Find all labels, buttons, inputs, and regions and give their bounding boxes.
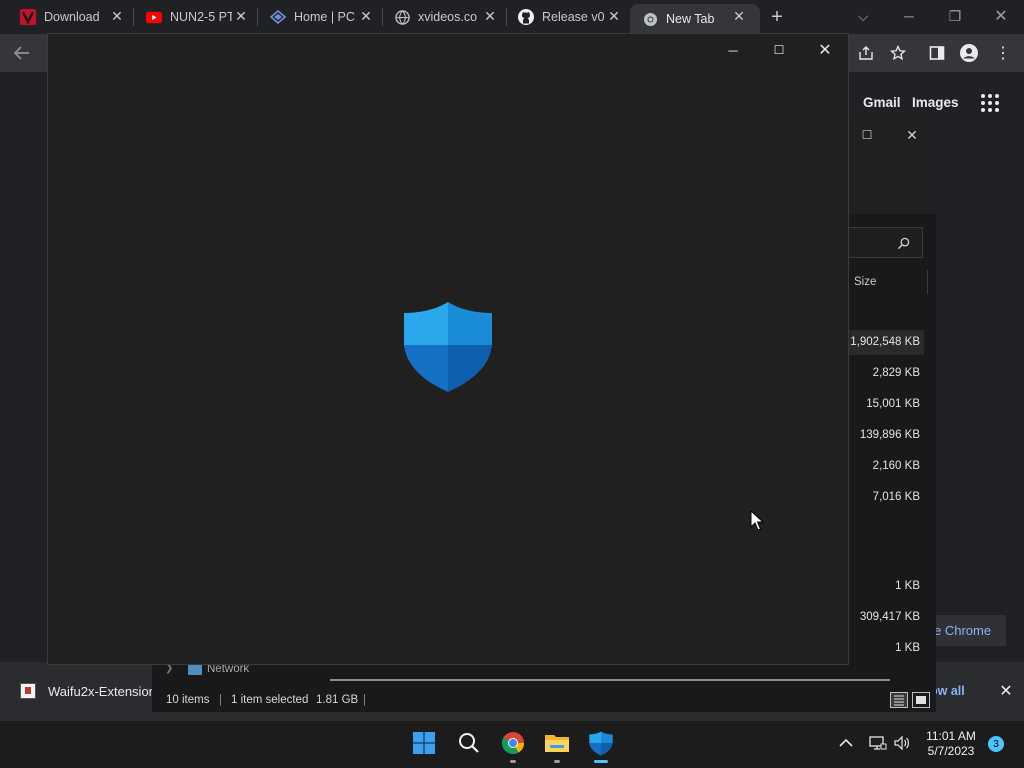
tab-title: Home | PC (294, 10, 355, 24)
new-tab-button[interactable]: + (766, 6, 788, 28)
clock-time: 11:01 AM (926, 729, 976, 743)
side-panel-icon[interactable] (926, 42, 948, 64)
share-icon[interactable] (855, 42, 877, 64)
file-size-cell[interactable]: 1 KB (895, 642, 920, 654)
images-link[interactable]: Images (912, 95, 959, 110)
chevron-up-icon[interactable] (836, 733, 856, 753)
running-indicator (510, 760, 516, 763)
clock-date: 5/7/2023 (927, 744, 975, 758)
chrome-taskbar-icon[interactable] (499, 729, 527, 757)
explorer-status-bar: 10 items | 1 item selected 1.81 GB | (152, 690, 936, 712)
close-icon[interactable]: ✕ (903, 126, 921, 144)
download-filename: Waifu2x-Extension (48, 683, 156, 699)
notification-badge[interactable]: 3 (988, 736, 1004, 752)
size-column-header[interactable]: Size (854, 276, 876, 288)
browser-tab-4[interactable]: xvideos.co ✕ (374, 4, 507, 30)
close-tab-icon[interactable]: ✕ (605, 7, 623, 25)
google-apps-grid-icon[interactable] (980, 93, 1000, 113)
close-tab-icon[interactable]: ✕ (357, 7, 375, 25)
tab-title: xvideos.co (418, 10, 478, 24)
gmail-link[interactable]: Gmail (863, 95, 901, 110)
bookmark-star-icon[interactable] (887, 42, 909, 64)
explorer-command-bar (849, 152, 936, 214)
file-size-cell[interactable]: 15,001 KB (866, 398, 920, 410)
download-item[interactable]: Waifu2x-Extension (20, 682, 156, 700)
minimize-icon[interactable]: ─ (886, 4, 932, 28)
close-download-bar-icon[interactable]: ✕ (996, 681, 1016, 701)
file-size-cell[interactable]: 309,417 KB (860, 611, 920, 623)
globe-icon (394, 9, 410, 25)
tiles-view-icon[interactable] (912, 692, 930, 708)
file-size-cell[interactable]: 7,016 KB (873, 491, 920, 503)
horizontal-scrollbar[interactable] (330, 679, 890, 681)
restore-icon[interactable]: ❐ (932, 4, 978, 28)
selection-count: 1 item selected (231, 694, 309, 706)
search-icon[interactable] (455, 729, 483, 757)
file-size-cell[interactable]: 2,829 KB (873, 367, 920, 379)
maximize-icon[interactable]: ☐ (858, 126, 876, 144)
tab-title: Release v0 (542, 10, 604, 24)
close-icon[interactable]: ✕ (815, 40, 835, 60)
file-size-cell[interactable]: 2,160 KB (873, 460, 920, 472)
volume-icon[interactable] (892, 733, 912, 753)
browser-tab-1[interactable]: Download ✕ (0, 4, 134, 30)
chrome-icon (642, 11, 658, 27)
browser-tab-3[interactable]: Home | PC ✕ (250, 4, 383, 30)
close-icon[interactable]: ✕ (978, 4, 1024, 28)
windows-security-shield-icon (403, 300, 493, 394)
selection-size: 1.81 GB (316, 694, 359, 706)
pcgaming-icon (270, 9, 286, 25)
close-tab-icon[interactable]: ✕ (481, 7, 499, 25)
column-divider[interactable] (927, 270, 928, 294)
file-explorer-taskbar-icon[interactable] (543, 729, 571, 757)
close-tab-icon[interactable]: ✕ (232, 7, 250, 25)
youtube-icon (146, 9, 162, 25)
file-size-cell[interactable]: 1,902,548 KB (850, 336, 920, 348)
item-count: 10 items (166, 694, 210, 706)
status-divider: | (363, 694, 366, 706)
file-size-cell[interactable]: 139,896 KB (860, 429, 920, 441)
tab-title: NUN2-5 PT (170, 10, 232, 24)
back-arrow-icon[interactable] (10, 42, 34, 64)
tab-title: New Tab (666, 12, 715, 26)
network-icon (188, 664, 202, 675)
browser-tab-2[interactable]: NUN2-5 PT ✕ (126, 4, 258, 30)
search-icon[interactable] (894, 234, 912, 252)
running-indicator (554, 760, 560, 763)
vivaldi-logo-icon (20, 9, 36, 25)
active-window-indicator (594, 760, 608, 763)
details-view-icon[interactable] (890, 692, 908, 708)
minimize-icon[interactable]: ─ (723, 40, 743, 60)
file-size-cell[interactable]: 1 KB (895, 580, 920, 592)
windows-security-taskbar-icon[interactable] (587, 729, 615, 757)
more-menu-icon[interactable]: ⋮ (992, 42, 1014, 64)
browser-tab-5[interactable]: Release v0 ✕ (498, 4, 631, 30)
maximize-icon[interactable]: ☐ (769, 40, 789, 60)
taskbar-clock[interactable]: 11:01 AM 5/7/2023 (918, 729, 984, 759)
tab-search-chevron-icon[interactable]: ⌵ (840, 4, 886, 28)
close-tab-icon[interactable]: ✕ (730, 7, 748, 25)
archive-file-icon (20, 683, 36, 699)
status-divider: | (219, 694, 222, 706)
github-icon (518, 9, 534, 25)
network-icon[interactable] (868, 733, 888, 753)
browser-tab-6-active[interactable]: New Tab ✕ (630, 4, 760, 34)
profile-avatar-icon[interactable] (958, 42, 980, 64)
start-button-icon[interactable] (410, 729, 438, 757)
mouse-cursor-icon (750, 509, 765, 532)
tab-title: Download (44, 10, 100, 24)
close-tab-icon[interactable]: ✕ (108, 7, 126, 25)
